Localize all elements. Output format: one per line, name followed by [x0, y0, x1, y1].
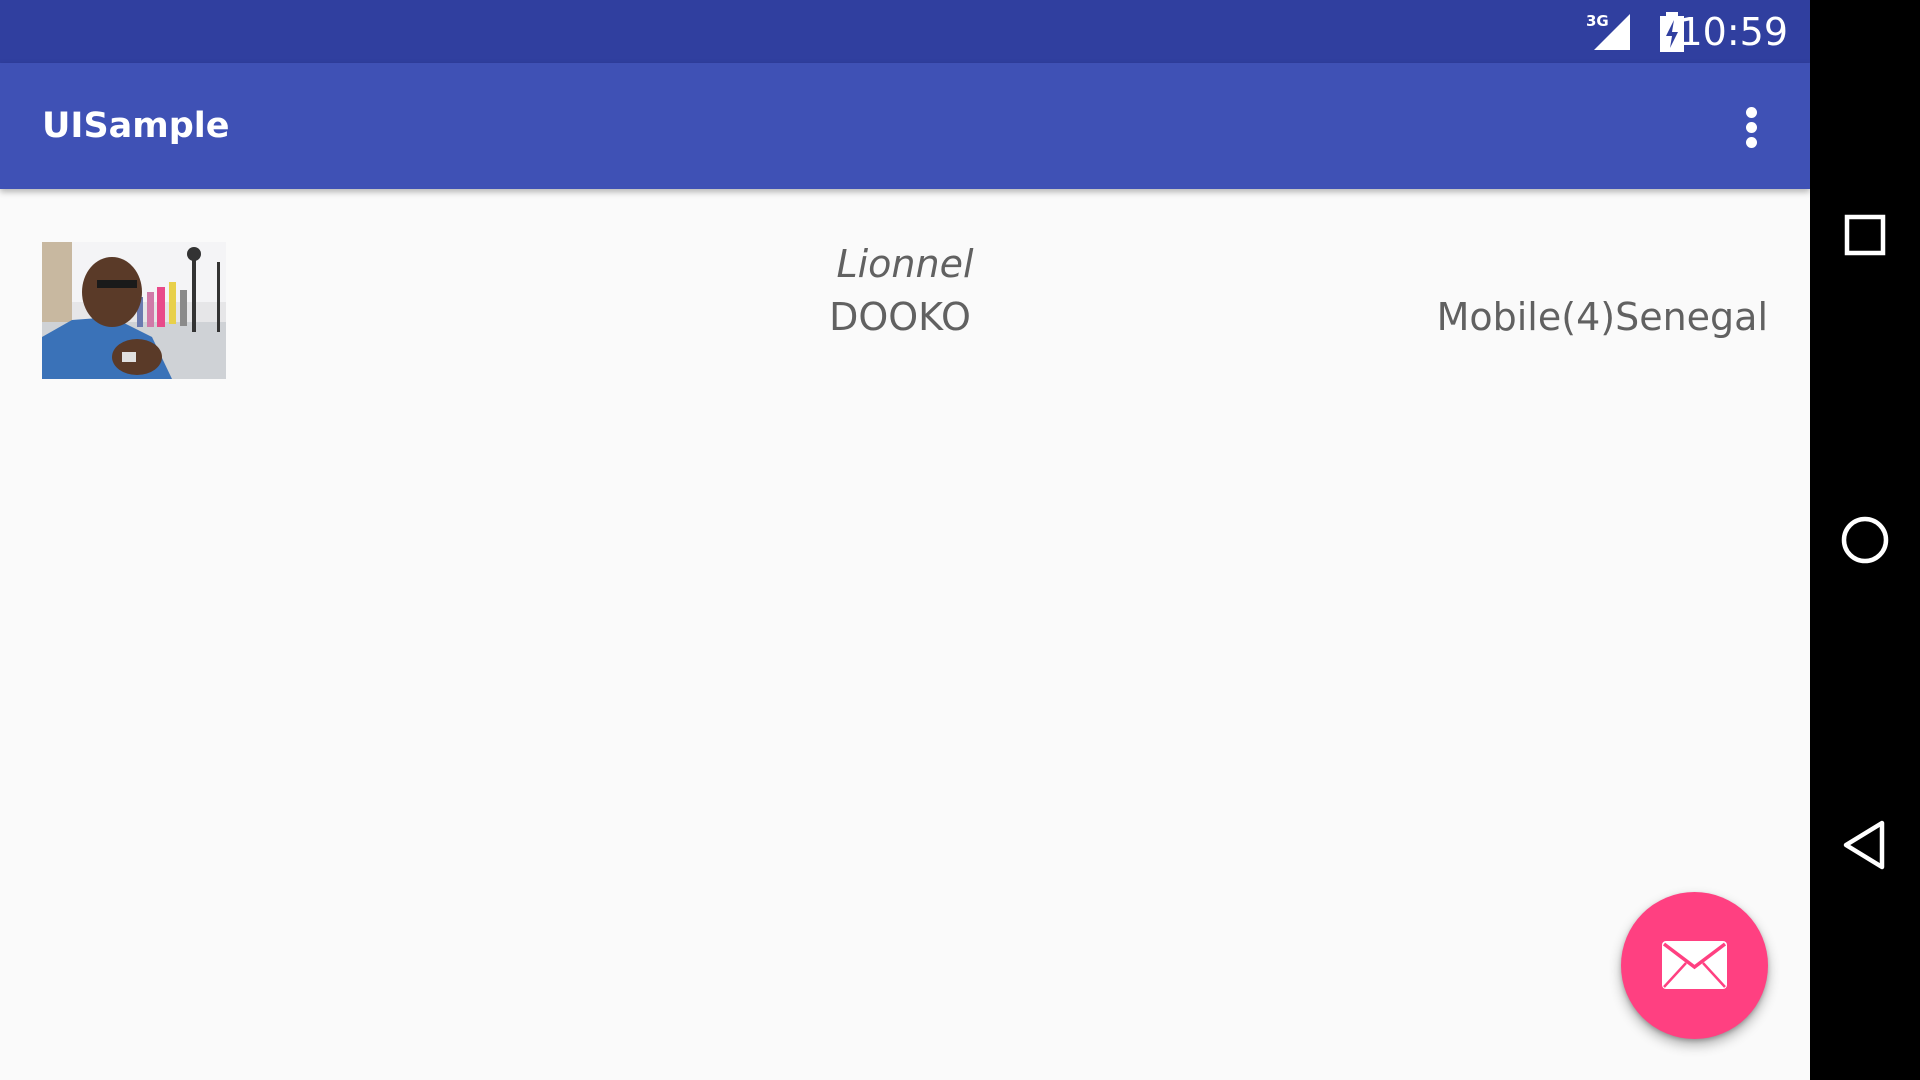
menu-dot	[1746, 137, 1757, 148]
app-bar: UISample	[0, 63, 1810, 189]
app-title: UISample	[42, 106, 230, 146]
contact-list: Lionnel DOOKO Mobile(4)Senegal	[0, 189, 1810, 1080]
menu-dot	[1746, 122, 1757, 133]
contact-subtitle: Mobile(4)Senegal	[1436, 295, 1768, 339]
recents-icon[interactable]	[1830, 200, 1900, 270]
status-clock: 10:59	[1678, 10, 1788, 54]
network-type-label: 3G	[1586, 12, 1609, 30]
status-bar: 3G 10:59	[0, 0, 1810, 63]
profile-photo	[42, 242, 226, 379]
list-item[interactable]: Lionnel DOOKO Mobile(4)Senegal	[0, 189, 1810, 389]
app-screen: 3G 10:59 UISample Lionnel DOOKO Mobile(4…	[0, 0, 1810, 1080]
signal-icon: 3G	[1586, 12, 1630, 50]
menu-dot	[1746, 107, 1757, 118]
navigation-bar	[1810, 0, 1920, 1080]
home-icon[interactable]	[1830, 505, 1900, 575]
back-icon[interactable]	[1830, 810, 1900, 880]
first-name: Lionnel	[836, 242, 974, 286]
email-icon	[1662, 941, 1727, 989]
avatar	[42, 242, 226, 379]
email-fab-button[interactable]	[1621, 892, 1768, 1039]
more-vert-icon[interactable]	[1732, 103, 1772, 151]
last-name: DOOKO	[829, 295, 971, 339]
